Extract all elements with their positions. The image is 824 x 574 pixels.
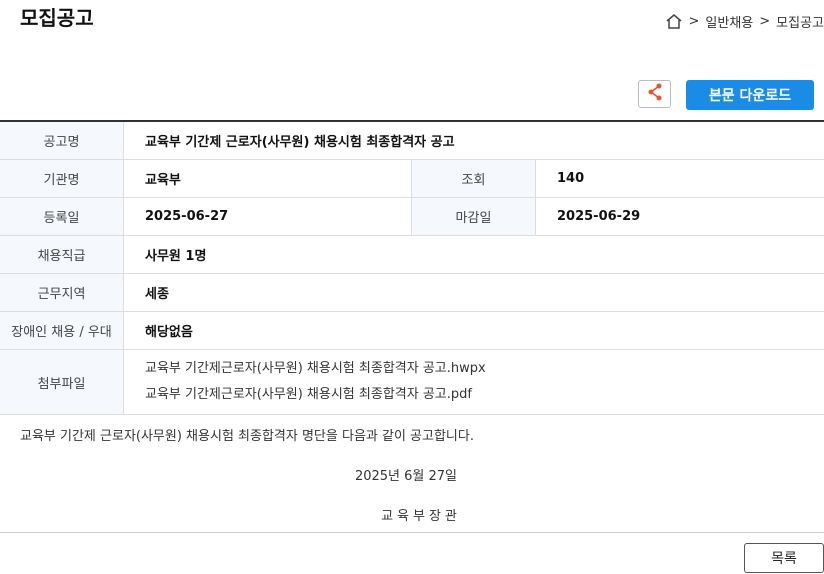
breadcrumb-item-recruitment[interactable]: 모집공고: [776, 12, 824, 31]
reg-date-label: 등록일: [0, 197, 124, 236]
title-value: 교육부 기간제 근로자(사무원) 채용시험 최종합격자 공고: [123, 121, 824, 160]
views-value: 140: [535, 159, 824, 198]
table-row: 채용직급 사무원 1명: [0, 235, 824, 274]
list-button[interactable]: 목록: [744, 543, 824, 573]
download-body-button[interactable]: 본문 다운로드: [686, 80, 814, 110]
position-label: 채용직급: [0, 235, 124, 274]
deadline-label: 마감일: [411, 197, 536, 236]
position-value: 사무원 1명: [123, 235, 824, 274]
notice-date: 2025년 6월 27일: [354, 469, 458, 484]
notice-signature: 교육부장관: [381, 509, 461, 524]
divider: [0, 532, 824, 533]
attachment-link-pdf[interactable]: 교육부 기간제근로자(사무원) 채용시험 최종합격자 공고.pdf: [145, 382, 824, 408]
table-row: 공고명 교육부 기간제 근로자(사무원) 채용시험 최종합격자 공고: [0, 121, 824, 160]
share-button[interactable]: [638, 80, 671, 108]
reg-date-value: 2025-06-27: [123, 197, 412, 236]
home-icon[interactable]: [665, 13, 683, 30]
notice-body-text: 교육부 기간제 근로자(사무원) 채용시험 최종합격자 명단을 다음과 같이 공…: [20, 429, 474, 444]
table-row: 첨부파일 교육부 기간제근로자(사무원) 채용시험 최종합격자 공고.hwpx …: [0, 349, 824, 415]
table-row: 장애인 채용 / 우대 해당없음: [0, 311, 824, 350]
disability-label: 장애인 채용 / 우대: [0, 311, 124, 350]
breadcrumb: > 일반채용 > 모집공고: [665, 12, 824, 31]
breadcrumb-separator: >: [759, 14, 771, 29]
attachment-link-hwpx[interactable]: 교육부 기간제근로자(사무원) 채용시험 최종합격자 공고.hwpx: [145, 356, 824, 382]
share-icon: [647, 83, 663, 105]
location-label: 근무지역: [0, 273, 124, 312]
title-label: 공고명: [0, 121, 124, 160]
attachments-list: 교육부 기간제근로자(사무원) 채용시험 최종합격자 공고.hwpx 교육부 기…: [123, 349, 824, 415]
org-value: 교육부: [123, 159, 412, 198]
deadline-value: 2025-06-29: [535, 197, 824, 236]
breadcrumb-item-general-hiring[interactable]: 일반채용: [705, 12, 753, 31]
breadcrumb-separator: >: [688, 14, 700, 29]
page-title: 모집공고: [20, 6, 94, 30]
notice-info-table: 공고명 교육부 기간제 근로자(사무원) 채용시험 최종합격자 공고 기관명 교…: [0, 120, 824, 415]
attachments-label: 첨부파일: [0, 349, 124, 415]
location-value: 세종: [123, 273, 824, 312]
disability-value: 해당없음: [123, 311, 824, 350]
org-label: 기관명: [0, 159, 124, 198]
table-row: 근무지역 세종: [0, 273, 824, 312]
table-row: 기관명 교육부 조회 140: [0, 159, 824, 198]
table-row: 등록일 2025-06-27 마감일 2025-06-29: [0, 197, 824, 236]
views-label: 조회: [411, 159, 536, 198]
